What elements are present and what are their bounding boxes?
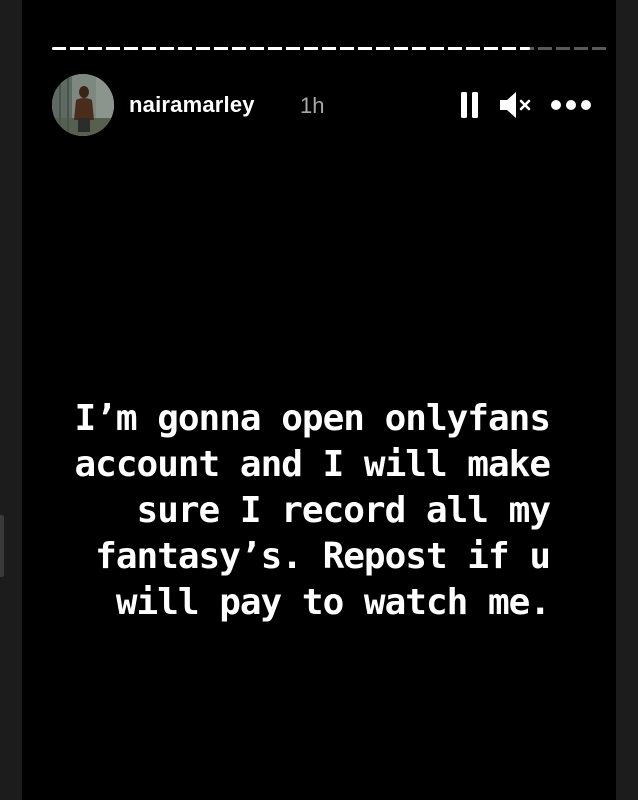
story-frame[interactable]: nairamarley 1h I’m gonna open onlyfans a… (22, 0, 616, 800)
progress-segment (52, 47, 608, 50)
mute-button[interactable] (496, 88, 536, 122)
more-dots-icon (551, 100, 591, 110)
username[interactable]: nairamarley (129, 92, 255, 118)
story-text-line: account and I will make (74, 444, 552, 485)
more-options-button[interactable] (546, 88, 596, 122)
progress-dash-pattern (52, 47, 608, 50)
story-text-line: I’m gonna open onlyfans (74, 398, 552, 439)
muted-speaker-icon (500, 92, 531, 118)
avatar-image (52, 74, 114, 136)
post-time: 1h (300, 93, 325, 118)
story-text-line: sure I record all my (136, 490, 551, 531)
story-header: nairamarley 1h (52, 74, 608, 138)
pause-icon (461, 92, 478, 118)
story-text-line: fantasy’s. Repost if u (95, 536, 551, 577)
story-progress-bar (52, 47, 608, 51)
previous-story-edge[interactable] (0, 515, 4, 577)
avatar[interactable] (52, 74, 114, 136)
story-text: I’m gonna open onlyfans account and I wi… (22, 396, 552, 626)
pause-button[interactable] (455, 88, 485, 122)
story-viewer: nairamarley 1h I’m gonna open onlyfans a… (0, 0, 638, 800)
story-text-line: will pay to watch me. (115, 582, 551, 623)
